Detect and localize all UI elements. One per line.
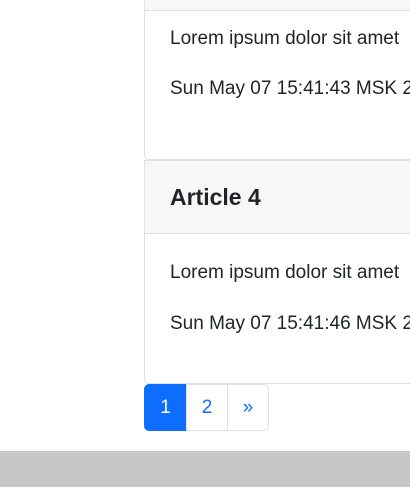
article-text: Lorem ipsum dolor sit amet [170,28,400,49]
page-viewport: Lorem ipsum dolor sit amet Sun May 07 15… [0,0,410,451]
article-title: Article 4 [170,183,261,210]
bottom-bar [0,451,410,487]
article-text: Lorem ipsum dolor sit amet [170,262,400,283]
article-card: Article 4 Lorem ipsum dolor sit amet Sun… [144,160,410,384]
card-header: Article 4 [145,161,410,234]
article-date: Sun May 07 15:41:43 MSK 2 [170,78,410,99]
next-page-button[interactable]: » [227,384,269,431]
page-1-button[interactable]: 1 [144,384,187,431]
article-date: Sun May 07 15:41:46 MSK 2 [170,313,410,334]
card-header [145,0,410,11]
pagination: 1 2 » [144,384,269,431]
article-card: Lorem ipsum dolor sit amet Sun May 07 15… [144,0,410,160]
page-2-button[interactable]: 2 [186,384,228,431]
